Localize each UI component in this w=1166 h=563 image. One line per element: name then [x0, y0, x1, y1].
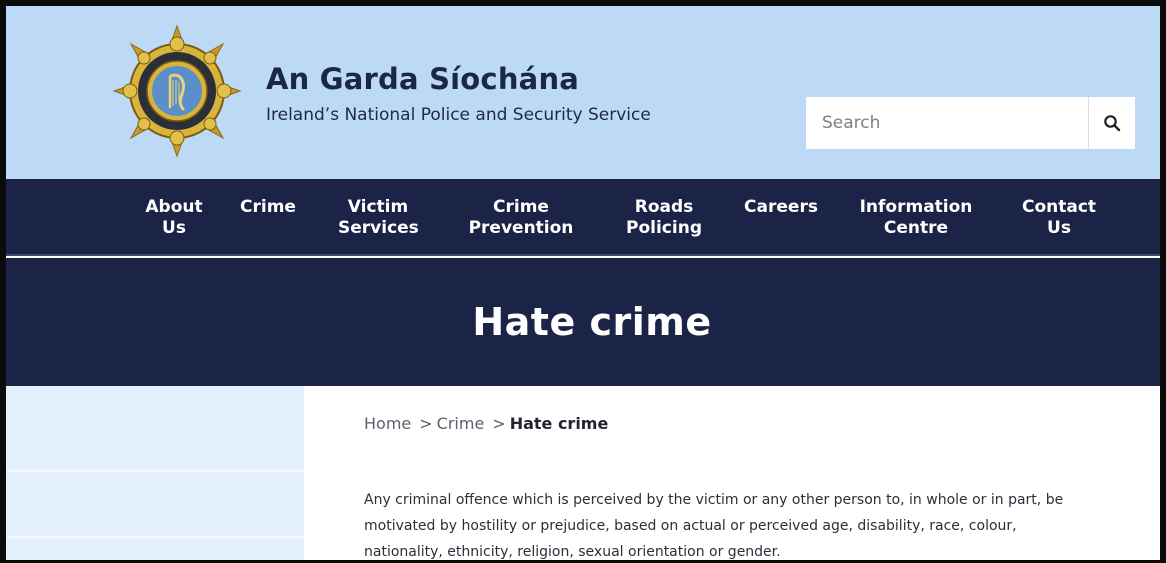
page-title: Hate crime [472, 300, 712, 344]
nav-label: Policing [626, 218, 702, 238]
garda-badge-icon [112, 24, 242, 158]
nav-item-contact-us[interactable]: Contact Us [1016, 197, 1102, 239]
breadcrumb-separator: > [492, 414, 506, 433]
page-hero: Hate crime [6, 258, 1160, 386]
nav-label: Contact [1021, 197, 1097, 217]
site-header: An Garda Síochána Ireland’s National Pol… [6, 6, 1160, 179]
browser-frame: An Garda Síochána Ireland’s National Pol… [0, 0, 1166, 563]
nav-label: Roads [634, 197, 694, 217]
nav-item-information-centre[interactable]: Information Centre [855, 197, 977, 239]
main-content: Home > Crime > Hate crime Any criminal offen… [304, 386, 1160, 560]
nav-label: About [145, 197, 203, 217]
nav-label: Services [338, 218, 419, 238]
nav-label: Us [1047, 218, 1071, 238]
sidebar-divider [6, 536, 304, 538]
site-title[interactable]: An Garda Síochána [266, 62, 579, 96]
nav-item-careers[interactable]: Careers [741, 197, 821, 218]
article-line: motivated by hostility or prejudice, bas… [364, 518, 1017, 534]
nav-label: Prevention [468, 218, 574, 238]
breadcrumb-current: Hate crime [509, 414, 609, 433]
search-box [806, 97, 1135, 149]
breadcrumb: Home > Crime > Hate crime [364, 414, 608, 433]
article-body: Any criminal offence which is perceived … [364, 487, 1154, 560]
nav-label: Crime [493, 197, 549, 217]
article-line: nationality, ethnicity, religion, sexual… [364, 544, 781, 560]
nav-item-roads-policing[interactable]: Roads Policing [624, 197, 704, 239]
nav-label: Information [859, 197, 973, 217]
nav-label: Us [162, 218, 186, 238]
sidebar-divider [6, 470, 304, 472]
nav-item-victim-services[interactable]: Victim Services [338, 197, 419, 239]
sidebar-menu [6, 386, 304, 560]
nav-item-about-us[interactable]: About Us [144, 197, 204, 239]
article-line: Any criminal offence which is perceived … [364, 492, 1064, 508]
nav-label: Centre [883, 218, 949, 238]
nav-label: Victim [347, 197, 409, 217]
breadcrumb-separator: > [419, 414, 433, 433]
breadcrumb-crime[interactable]: Crime [437, 414, 485, 433]
nav-label: Careers [744, 197, 818, 217]
nav-label: Crime [240, 197, 296, 217]
site-subtitle: Ireland’s National Police and Security S… [266, 105, 651, 125]
main-navigation: About Us Crime Victim Services Crime Pre… [6, 179, 1160, 256]
search-input[interactable] [806, 97, 1088, 149]
nav-item-crime-prevention[interactable]: Crime Prevention [468, 197, 574, 239]
breadcrumb-home[interactable]: Home [364, 414, 411, 433]
search-button[interactable] [1088, 97, 1135, 149]
garda-badge-logo[interactable] [112, 24, 242, 158]
search-icon [1104, 115, 1121, 132]
nav-item-crime[interactable]: Crime [237, 197, 299, 218]
